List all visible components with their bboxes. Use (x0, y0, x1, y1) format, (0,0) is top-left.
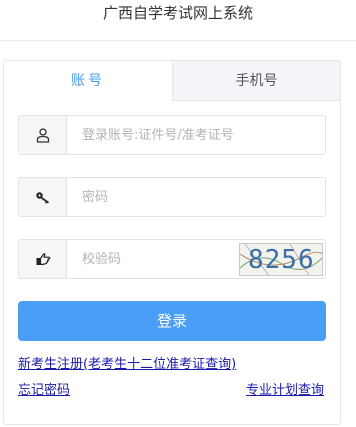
pointing-hand-icon (36, 253, 51, 265)
password-icon-box (19, 178, 67, 216)
username-icon-box (19, 116, 67, 154)
register-link[interactable]: 新考生注册(老考生十二位准考证查询) (18, 353, 236, 372)
key-icon (36, 192, 49, 204)
login-page: 广西自学考试网上系统 账号 手机号 登录账号:证件号/准考证号 校验码 8256… (0, 0, 356, 427)
user-icon (36, 128, 50, 143)
password-field (18, 177, 338, 217)
verification-icon-box (19, 240, 67, 278)
title-divider (0, 40, 356, 41)
forgot-password-link[interactable]: 忘记密码 (18, 379, 70, 398)
page-title: 广西自学考试网上系统 (102, 4, 253, 22)
login-panel: 账号 手机号 登录账号:证件号/准考证号 校验码 8256 登录 新考生注册(老… (3, 60, 341, 425)
major-plan-link[interactable]: 专业计划查询 (246, 379, 324, 398)
verification-field: 8256 (18, 239, 326, 279)
tab-account[interactable]: 账号 (4, 61, 172, 101)
tab-phone[interactable]: 手机号 (172, 61, 340, 101)
login-button[interactable]: 登录 (18, 301, 326, 341)
username-input[interactable] (68, 116, 338, 154)
verification-input[interactable] (68, 240, 247, 278)
captcha-image[interactable]: 8256 (239, 243, 323, 276)
username-field (18, 115, 338, 155)
password-input[interactable] (68, 178, 338, 216)
login-tabs: 账号 手机号 (4, 61, 340, 101)
captcha-text: 8256 (248, 245, 315, 275)
